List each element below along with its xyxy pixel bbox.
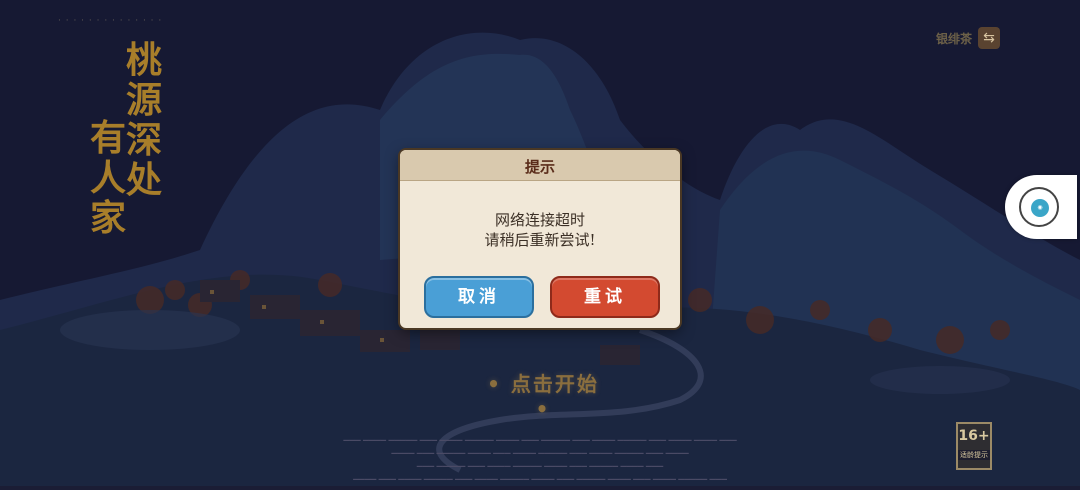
footer-line: ▁▁▁▁ ▁▁▁ ▁▁▁▁▁ ▁▁▁▁ ▁▁▁ ▁▁▁▁ ▁▁▁▁▁ ▁▁▁ ▁… <box>391 445 689 454</box>
footer-line: ▁▁▁ ▁▁▁▁ ▁▁▁▁▁ ▁▁▁ ▁▁▁▁ ▁▁▁▁▁ ▁▁▁▁ ▁▁▁ ▁… <box>343 432 737 441</box>
title-char: 有 <box>90 117 127 159</box>
title-char: 家 <box>90 197 127 239</box>
tap-to-start-label[interactable]: • 点击开始 • <box>478 368 608 421</box>
footer-line: ▁▁▁ ▁▁▁▁▁ ▁▁▁ ▁▁▁▁ ▁▁▁▁▁ ▁▁▁▁ ▁▁▁ ▁▁▁▁▁ … <box>416 458 664 467</box>
dialog-message-line1: 网络连接超时 <box>494 211 585 229</box>
network-timeout-dialog: 提示 网络连接超时 请稍后重新尝试! 取消 重试 <box>400 150 680 328</box>
game-title-logo: 桃 源 深 处 有 人 家 <box>90 40 180 240</box>
assistant-badge-icon: ◉ <box>1031 199 1049 217</box>
dialog-title: 提示 <box>524 158 555 176</box>
dialog-message-line2: 请稍后重新尝试! <box>484 231 596 249</box>
footer-line: ▁▁▁▁ ▁▁▁ ▁▁▁▁ ▁▁▁▁▁ ▁▁▁ ▁▁▁▁ ▁▁▁▁▁ ▁▁▁▁ … <box>353 471 727 480</box>
switch-arrows-icon[interactable]: ⇆ <box>978 27 1000 49</box>
legal-footer: ▁▁▁ ▁▁▁▁ ▁▁▁▁▁ ▁▁▁ ▁▁▁▁ ▁▁▁▁▁ ▁▁▁▁ ▁▁▁ ▁… <box>0 430 1080 482</box>
title-char: 桃 <box>126 39 163 81</box>
dialog-header: 提示 <box>400 150 680 181</box>
title-char: 源 <box>126 79 163 121</box>
age-rating-label: 适龄提示 <box>958 450 990 460</box>
title-char: 人 <box>90 157 127 199</box>
age-rating-badge: 16+ 适龄提示 <box>956 422 992 470</box>
assistant-ring-icon: ◉ <box>1019 187 1059 227</box>
cancel-button[interactable]: 取消 <box>424 276 534 318</box>
account-name: 银绯茶 <box>935 31 972 46</box>
age-rating-number: 16+ <box>958 428 990 444</box>
account-switcher[interactable]: 银绯茶 ⇆ <box>936 27 1000 49</box>
dialog-message: 网络连接超时 请稍后重新尝试! <box>400 210 680 250</box>
publisher-logo: · · · · · · · · · · · · · · <box>58 16 163 26</box>
retry-button[interactable]: 重试 <box>550 276 660 318</box>
floating-assistant-button[interactable]: ◉ <box>1005 175 1077 239</box>
